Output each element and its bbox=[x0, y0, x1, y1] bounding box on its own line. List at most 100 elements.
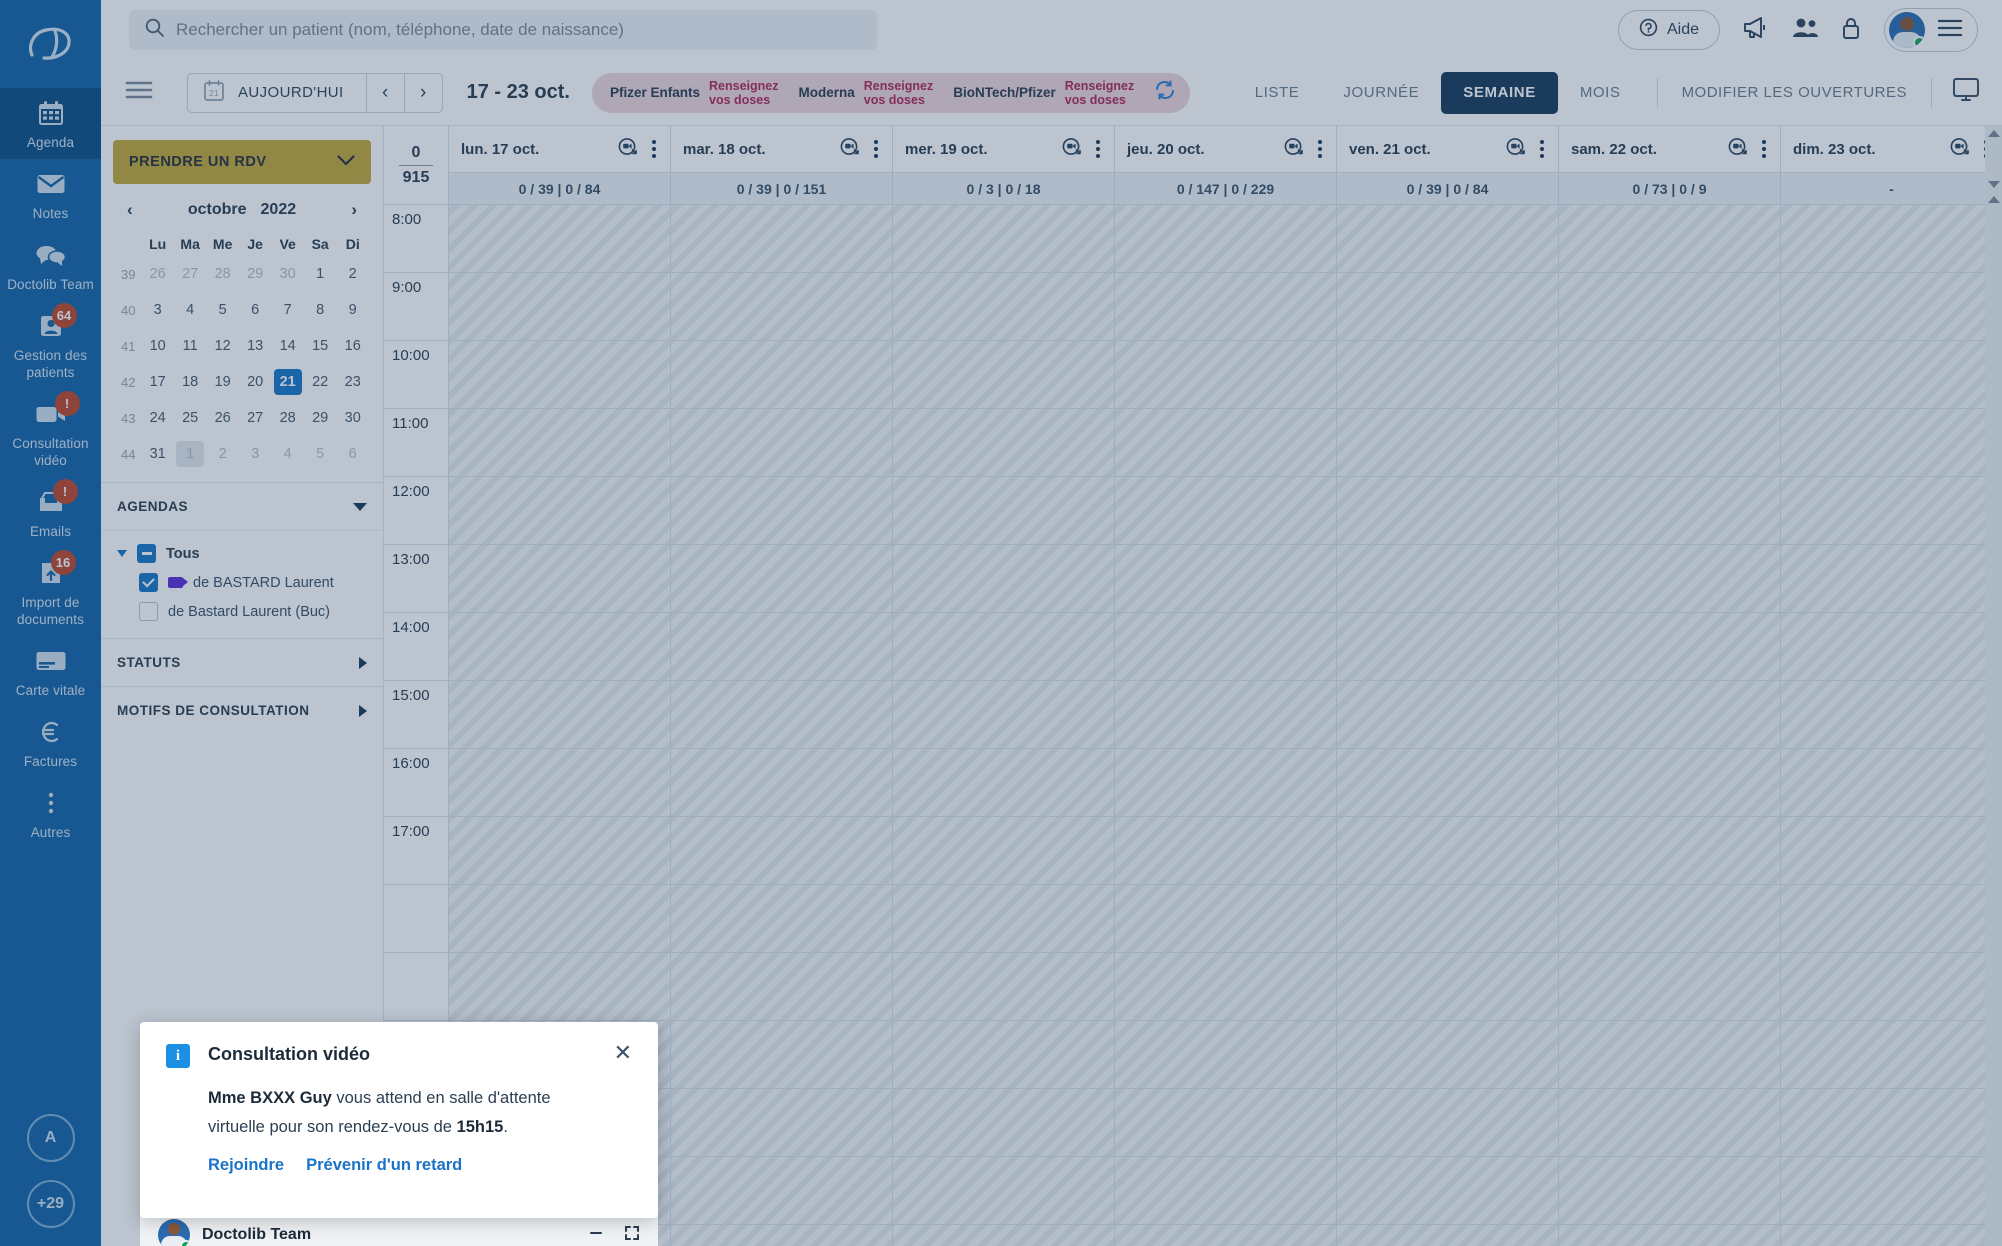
mini-cal-day[interactable]: 22 bbox=[304, 364, 337, 400]
kebab-menu-icon[interactable] bbox=[650, 138, 658, 160]
agenda-checkbox[interactable] bbox=[139, 573, 158, 592]
video-rotate-icon[interactable] bbox=[1284, 137, 1304, 162]
kebab-menu-icon[interactable] bbox=[1094, 138, 1102, 160]
kebab-menu-icon[interactable] bbox=[872, 138, 880, 160]
kebab-menu-icon[interactable] bbox=[1760, 138, 1768, 160]
help-button[interactable]: Aide bbox=[1617, 10, 1720, 50]
panel-toggle-icon[interactable] bbox=[125, 81, 153, 104]
hour-cell[interactable] bbox=[1337, 681, 1558, 749]
hour-cell[interactable] bbox=[1559, 681, 1780, 749]
tab-mois[interactable]: MOIS bbox=[1558, 72, 1643, 114]
mini-cal-day[interactable]: 26 bbox=[206, 400, 239, 436]
hour-cell[interactable] bbox=[671, 409, 892, 477]
scroll-thumb-top-icon[interactable] bbox=[1987, 196, 2000, 203]
mini-cal-day[interactable]: 5 bbox=[206, 292, 239, 328]
scroll-down-arrow-icon[interactable] bbox=[1987, 181, 2000, 188]
agenda-checkbox[interactable] bbox=[137, 544, 156, 563]
agenda-item-tous[interactable]: Tous bbox=[101, 539, 383, 568]
mini-cal-day[interactable]: 25 bbox=[174, 400, 207, 436]
mini-cal-day[interactable]: 23 bbox=[336, 364, 369, 400]
lock-icon[interactable] bbox=[1840, 16, 1862, 45]
hour-cell[interactable] bbox=[1559, 409, 1780, 477]
mini-cal-day[interactable]: 8 bbox=[304, 292, 337, 328]
mini-cal-day[interactable]: 29 bbox=[304, 400, 337, 436]
mini-cal-day[interactable]: 21 bbox=[271, 364, 304, 400]
hour-cell[interactable] bbox=[449, 409, 670, 477]
hour-cell[interactable] bbox=[893, 1225, 1114, 1246]
hour-cell[interactable] bbox=[1115, 205, 1336, 273]
hour-cell[interactable] bbox=[671, 205, 892, 273]
hour-cell[interactable] bbox=[1781, 409, 2002, 477]
mini-cal-day[interactable]: 3 bbox=[141, 292, 174, 328]
hour-cell[interactable] bbox=[893, 545, 1114, 613]
hour-cell[interactable] bbox=[1559, 817, 1780, 885]
hour-cell[interactable] bbox=[893, 409, 1114, 477]
hour-cell[interactable] bbox=[1337, 953, 1558, 1021]
mini-cal-day[interactable]: 12 bbox=[206, 328, 239, 364]
hour-cell[interactable] bbox=[893, 749, 1114, 817]
hour-cell[interactable] bbox=[449, 341, 670, 409]
account-menu-button[interactable] bbox=[1884, 8, 1978, 52]
kebab-menu-icon[interactable] bbox=[1538, 138, 1546, 160]
mini-cal-day[interactable]: 9 bbox=[336, 292, 369, 328]
section-agendas[interactable]: AGENDAS bbox=[101, 482, 383, 530]
hour-cell[interactable] bbox=[893, 885, 1114, 953]
hour-cell[interactable] bbox=[893, 613, 1114, 681]
mini-cal-day[interactable]: 30 bbox=[271, 256, 304, 292]
mini-cal-prev-month[interactable]: ‹ bbox=[127, 200, 133, 220]
hour-cell[interactable] bbox=[1559, 273, 1780, 341]
section-motifs-de-consultation[interactable]: MOTIFS DE CONSULTATION bbox=[101, 686, 383, 734]
users-icon[interactable] bbox=[1790, 17, 1818, 44]
hour-cell[interactable] bbox=[1115, 273, 1336, 341]
hour-cell[interactable] bbox=[1115, 749, 1336, 817]
hour-cell[interactable] bbox=[893, 477, 1114, 545]
hour-cell[interactable] bbox=[1559, 205, 1780, 273]
hour-cell[interactable] bbox=[449, 953, 670, 1021]
rail-avatar-a[interactable]: A bbox=[26, 1114, 75, 1162]
rail-avatar-more[interactable]: +29 bbox=[26, 1180, 75, 1228]
minimize-icon[interactable] bbox=[588, 1225, 604, 1246]
rail-item-carte-vitale[interactable]: Carte vitale bbox=[0, 636, 101, 707]
hour-cell[interactable] bbox=[1115, 1021, 1336, 1089]
mini-cal-day[interactable]: 20 bbox=[239, 364, 272, 400]
tab-journee[interactable]: JOURNÉE bbox=[1321, 72, 1441, 114]
hour-cell[interactable] bbox=[1115, 545, 1336, 613]
hour-cell[interactable] bbox=[893, 1021, 1114, 1089]
hour-cell[interactable] bbox=[671, 953, 892, 1021]
rail-item-emails[interactable]: ! Emails bbox=[0, 477, 101, 548]
prevenir-retard-link[interactable]: Prévenir d'un retard bbox=[306, 1156, 462, 1175]
prendre-un-rdv-button[interactable]: PRENDRE UN RDV bbox=[113, 140, 371, 184]
rail-item-notes[interactable]: Notes bbox=[0, 159, 101, 230]
kebab-menu-icon[interactable] bbox=[1316, 138, 1324, 160]
mini-cal-day[interactable]: 3 bbox=[239, 436, 272, 472]
hour-cell[interactable] bbox=[671, 885, 892, 953]
mini-cal-day[interactable]: 31 bbox=[141, 436, 174, 472]
mini-cal-day[interactable]: 18 bbox=[174, 364, 207, 400]
hour-cell[interactable] bbox=[671, 817, 892, 885]
hour-cell[interactable] bbox=[671, 1021, 892, 1089]
hour-cell[interactable] bbox=[893, 817, 1114, 885]
hour-cell[interactable] bbox=[1337, 341, 1558, 409]
hour-cell[interactable] bbox=[893, 681, 1114, 749]
mini-cal-day[interactable]: 30 bbox=[336, 400, 369, 436]
mini-cal-day[interactable]: 2 bbox=[336, 256, 369, 292]
hour-cell[interactable] bbox=[1559, 613, 1780, 681]
hour-cell[interactable] bbox=[671, 273, 892, 341]
agenda-item-bastard-laurent[interactable]: de BASTARD Laurent bbox=[101, 568, 383, 597]
rail-item-gestion-des-patients[interactable]: 64 Gestion des patients bbox=[0, 301, 101, 389]
section-statuts[interactable]: STATUTS bbox=[101, 638, 383, 686]
hour-cell[interactable] bbox=[1337, 409, 1558, 477]
day-column[interactable] bbox=[893, 205, 1115, 1246]
modify-openings-button[interactable]: MODIFIER LES OUVERTURES bbox=[1672, 72, 1917, 114]
hour-cell[interactable] bbox=[449, 613, 670, 681]
scroll-up-arrow-icon[interactable] bbox=[1987, 130, 2000, 137]
hour-cell[interactable] bbox=[449, 681, 670, 749]
hour-cell[interactable] bbox=[893, 273, 1114, 341]
hour-cell[interactable] bbox=[449, 273, 670, 341]
video-rotate-icon[interactable] bbox=[1062, 137, 1082, 162]
mini-cal-day[interactable]: 14 bbox=[271, 328, 304, 364]
hour-cell[interactable] bbox=[1559, 953, 1780, 1021]
mini-cal-day[interactable]: 1 bbox=[174, 436, 207, 472]
video-rotate-icon[interactable] bbox=[840, 137, 860, 162]
hour-cell[interactable] bbox=[1337, 817, 1558, 885]
